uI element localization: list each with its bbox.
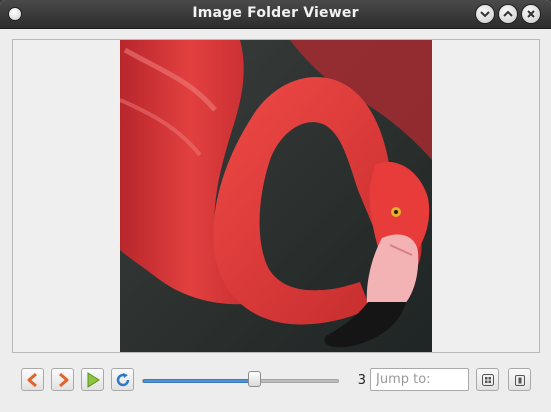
slider-thumb[interactable] (248, 371, 261, 387)
play-button[interactable] (81, 368, 104, 391)
navigation-toolbar: 3 (12, 362, 538, 396)
close-icon (527, 10, 535, 18)
close-button[interactable] (522, 5, 540, 23)
minimize-icon (480, 11, 490, 18)
window-title: Image Folder Viewer (192, 5, 359, 21)
refresh-button[interactable] (111, 368, 134, 391)
image-position-slider[interactable] (142, 379, 339, 383)
flamingo-image (119, 40, 432, 352)
fit-to-window-button[interactable] (476, 368, 499, 391)
jump-to-input[interactable] (370, 368, 469, 391)
fullscreen-button[interactable] (508, 368, 531, 391)
app-window: Image Folder Viewer 3 Jump to: (0, 0, 551, 412)
next-button[interactable] (51, 368, 74, 391)
image-display-area (12, 39, 540, 353)
maximize-icon (503, 10, 513, 17)
fit-to-window-icon (482, 374, 494, 386)
fullscreen-icon (515, 375, 525, 386)
slider-fill (143, 379, 255, 383)
minimize-button[interactable] (476, 5, 494, 23)
current-image-index: 3 (357, 373, 366, 388)
refresh-icon (116, 373, 130, 387)
previous-arrow-icon (27, 372, 37, 388)
displayed-image (119, 40, 432, 352)
maximize-button[interactable] (499, 5, 517, 23)
next-arrow-icon (59, 372, 69, 388)
title-bar[interactable]: Image Folder Viewer (0, 0, 551, 29)
play-icon (87, 372, 100, 388)
previous-button[interactable] (21, 368, 44, 391)
